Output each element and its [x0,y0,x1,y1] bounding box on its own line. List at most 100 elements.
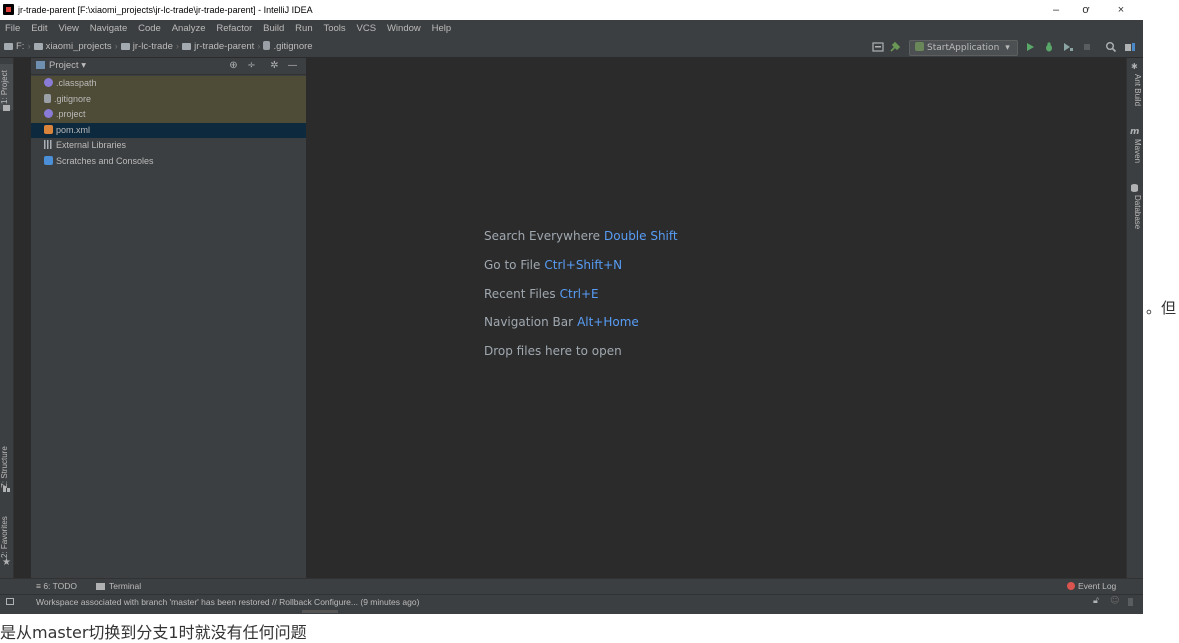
hint-drop-files: Drop files here to open [484,344,622,358]
terminal-icon [96,583,105,590]
run-icon[interactable] [1024,41,1036,53]
tab-project[interactable]: 1: Project [0,64,13,110]
tab-ant-build[interactable]: Ant Build [1129,74,1142,114]
toggle-tool-windows-icon[interactable] [6,598,14,605]
tab-maven-label: Maven [1133,139,1142,164]
hide-panel-icon[interactable]: — [287,60,298,71]
hint-label: Drop files here to open [484,344,622,358]
project-view-icon [36,61,45,69]
star-icon: ★ [2,557,11,568]
left-tool-strip: 1: Project Z: Structure 2: Favorites ★ [0,58,14,578]
menu-navigate[interactable]: Navigate [90,20,128,37]
tab-terminal-label: Terminal [109,581,142,591]
lock-icon[interactable]: 🔓︎ [1093,596,1099,606]
project-structure-icon[interactable] [872,41,884,53]
tree-item-project[interactable]: .project [31,107,306,123]
spring-boot-icon [915,42,924,51]
tab-favorites[interactable]: 2: Favorites [0,513,13,561]
tree-item-label: .gitignore [54,93,92,104]
tab-ant-build-label: Ant Build [1133,74,1142,107]
editor-empty-state: Search Everywhere Double Shift Go to File… [307,58,1126,578]
tab-database-label: Database [1133,195,1142,230]
breadcrumb-item[interactable]: xiaomi_projects [46,41,112,52]
search-icon[interactable] [1105,41,1117,53]
project-tree: .classpath .gitignore .project pom.xml E… [31,76,306,169]
gear-icon[interactable]: ✲ [269,60,280,71]
menu-tools[interactable]: Tools [323,20,345,37]
menu-code[interactable]: Code [138,20,161,37]
menu-analyze[interactable]: Analyze [172,20,206,37]
hint-recent-files: Recent Files Ctrl+E [484,287,599,301]
menu-window[interactable]: Window [387,20,421,37]
tab-terminal[interactable]: Terminal [96,579,141,594]
breadcrumb: F: › xiaomi_projects › jr-lc-trade › jr-trade-… [4,37,313,57]
bottom-tool-bar: ≡ 6: TODO Terminal Event Log [0,578,1143,594]
side-text-fragment: 。但 [1146,299,1177,317]
title-bar: jr-trade-parent [F:\xiaomi_projects\jr-l… [0,0,1143,20]
folder-icon [182,42,192,50]
run-config-label: StartApplication [927,43,1000,53]
inspector-icon[interactable]: ☺︎ [1110,596,1119,606]
tab-maven[interactable]: Maven [1129,139,1142,169]
breadcrumb-drive[interactable]: F: [16,41,24,52]
menu-edit[interactable]: Edit [31,20,47,37]
menu-vcs[interactable]: VCS [357,20,377,37]
tree-item-label: .project [56,109,86,119]
breadcrumb-item[interactable]: .gitignore [273,41,312,52]
separator-chevron-icon: › [175,41,180,52]
menu-build[interactable]: Build [263,20,284,37]
tab-event-log-label: Event Log [1078,581,1117,591]
breadcrumb-item[interactable]: jr-lc-trade [133,41,173,52]
project-view-selector[interactable]: Project ▾ [36,60,86,72]
collapse-all-icon[interactable]: ÷ [246,60,257,71]
tab-database[interactable]: Database [1129,195,1142,235]
breadcrumb-item[interactable]: jr-trade-parent [194,41,254,52]
tree-item-scratches[interactable]: Scratches and Consoles [31,154,306,170]
tree-item-gitignore[interactable]: .gitignore [31,91,306,107]
tab-event-log[interactable]: Event Log [1067,579,1116,594]
status-message[interactable]: Workspace associated with branch 'master… [36,595,419,609]
hint-label: Search Everywhere [484,229,600,243]
folder-icon [120,42,130,50]
hint-label: Go to File [484,258,541,272]
tree-item-pom[interactable]: pom.xml [31,122,306,138]
structure-popup-icon[interactable] [1124,41,1136,53]
hint-go-to-file: Go to File Ctrl+Shift+N [484,258,622,272]
menu-help[interactable]: Help [432,20,452,37]
gitignore-file-icon [44,93,51,103]
menu-file[interactable]: File [5,20,20,37]
run-with-coverage-icon[interactable] [1062,41,1074,53]
project-panel: Project ▾ ⊕ ÷ ✲ — .classpath .gitignore … [31,58,307,578]
menu-view[interactable]: View [58,20,78,37]
hint-label: Navigation Bar [484,315,574,329]
tab-structure-label: Z: Structure [0,446,9,488]
maven-pom-icon [44,124,53,134]
hint-shortcut: Ctrl+Shift+N [544,258,623,272]
separator-chevron-icon: › [257,41,261,52]
separator-chevron-icon: › [114,41,118,52]
tab-todo[interactable]: ≡ 6: TODO [36,579,77,594]
maven-icon: m [1130,127,1140,137]
minimize-button[interactable]: – [1043,3,1069,17]
hint-search-everywhere: Search Everywhere Double Shift [484,229,678,243]
ide-window: jr-trade-parent [F:\xiaomi_projects\jr-l… [0,0,1143,614]
chevron-down-icon: ▾ [81,60,86,71]
navigation-bar: F: › xiaomi_projects › jr-lc-trade › jr-trade-… [0,37,1143,58]
stop-icon[interactable] [1081,41,1093,53]
debug-icon[interactable] [1043,41,1055,53]
maximize-button[interactable]: ơ [1073,3,1099,17]
menu-refactor[interactable]: Refactor [216,20,252,37]
locate-target-icon[interactable]: ⊕ [228,60,239,71]
tree-item-classpath[interactable]: .classpath [31,76,306,92]
scratches-icon [44,155,53,165]
tab-favorites-label: 2: Favorites [0,516,9,558]
separator-chevron-icon: › [27,41,31,52]
tree-item-label: .classpath [56,78,97,88]
tree-item-external-libraries[interactable]: External Libraries [31,138,306,154]
build-hammer-icon[interactable] [889,41,901,53]
project-file-icon [44,109,53,118]
close-button[interactable]: × [1108,3,1134,17]
menu-run[interactable]: Run [295,20,312,37]
run-configuration-selector[interactable]: StartApplication ▾ [909,40,1018,56]
intellij-logo-icon [3,4,14,15]
